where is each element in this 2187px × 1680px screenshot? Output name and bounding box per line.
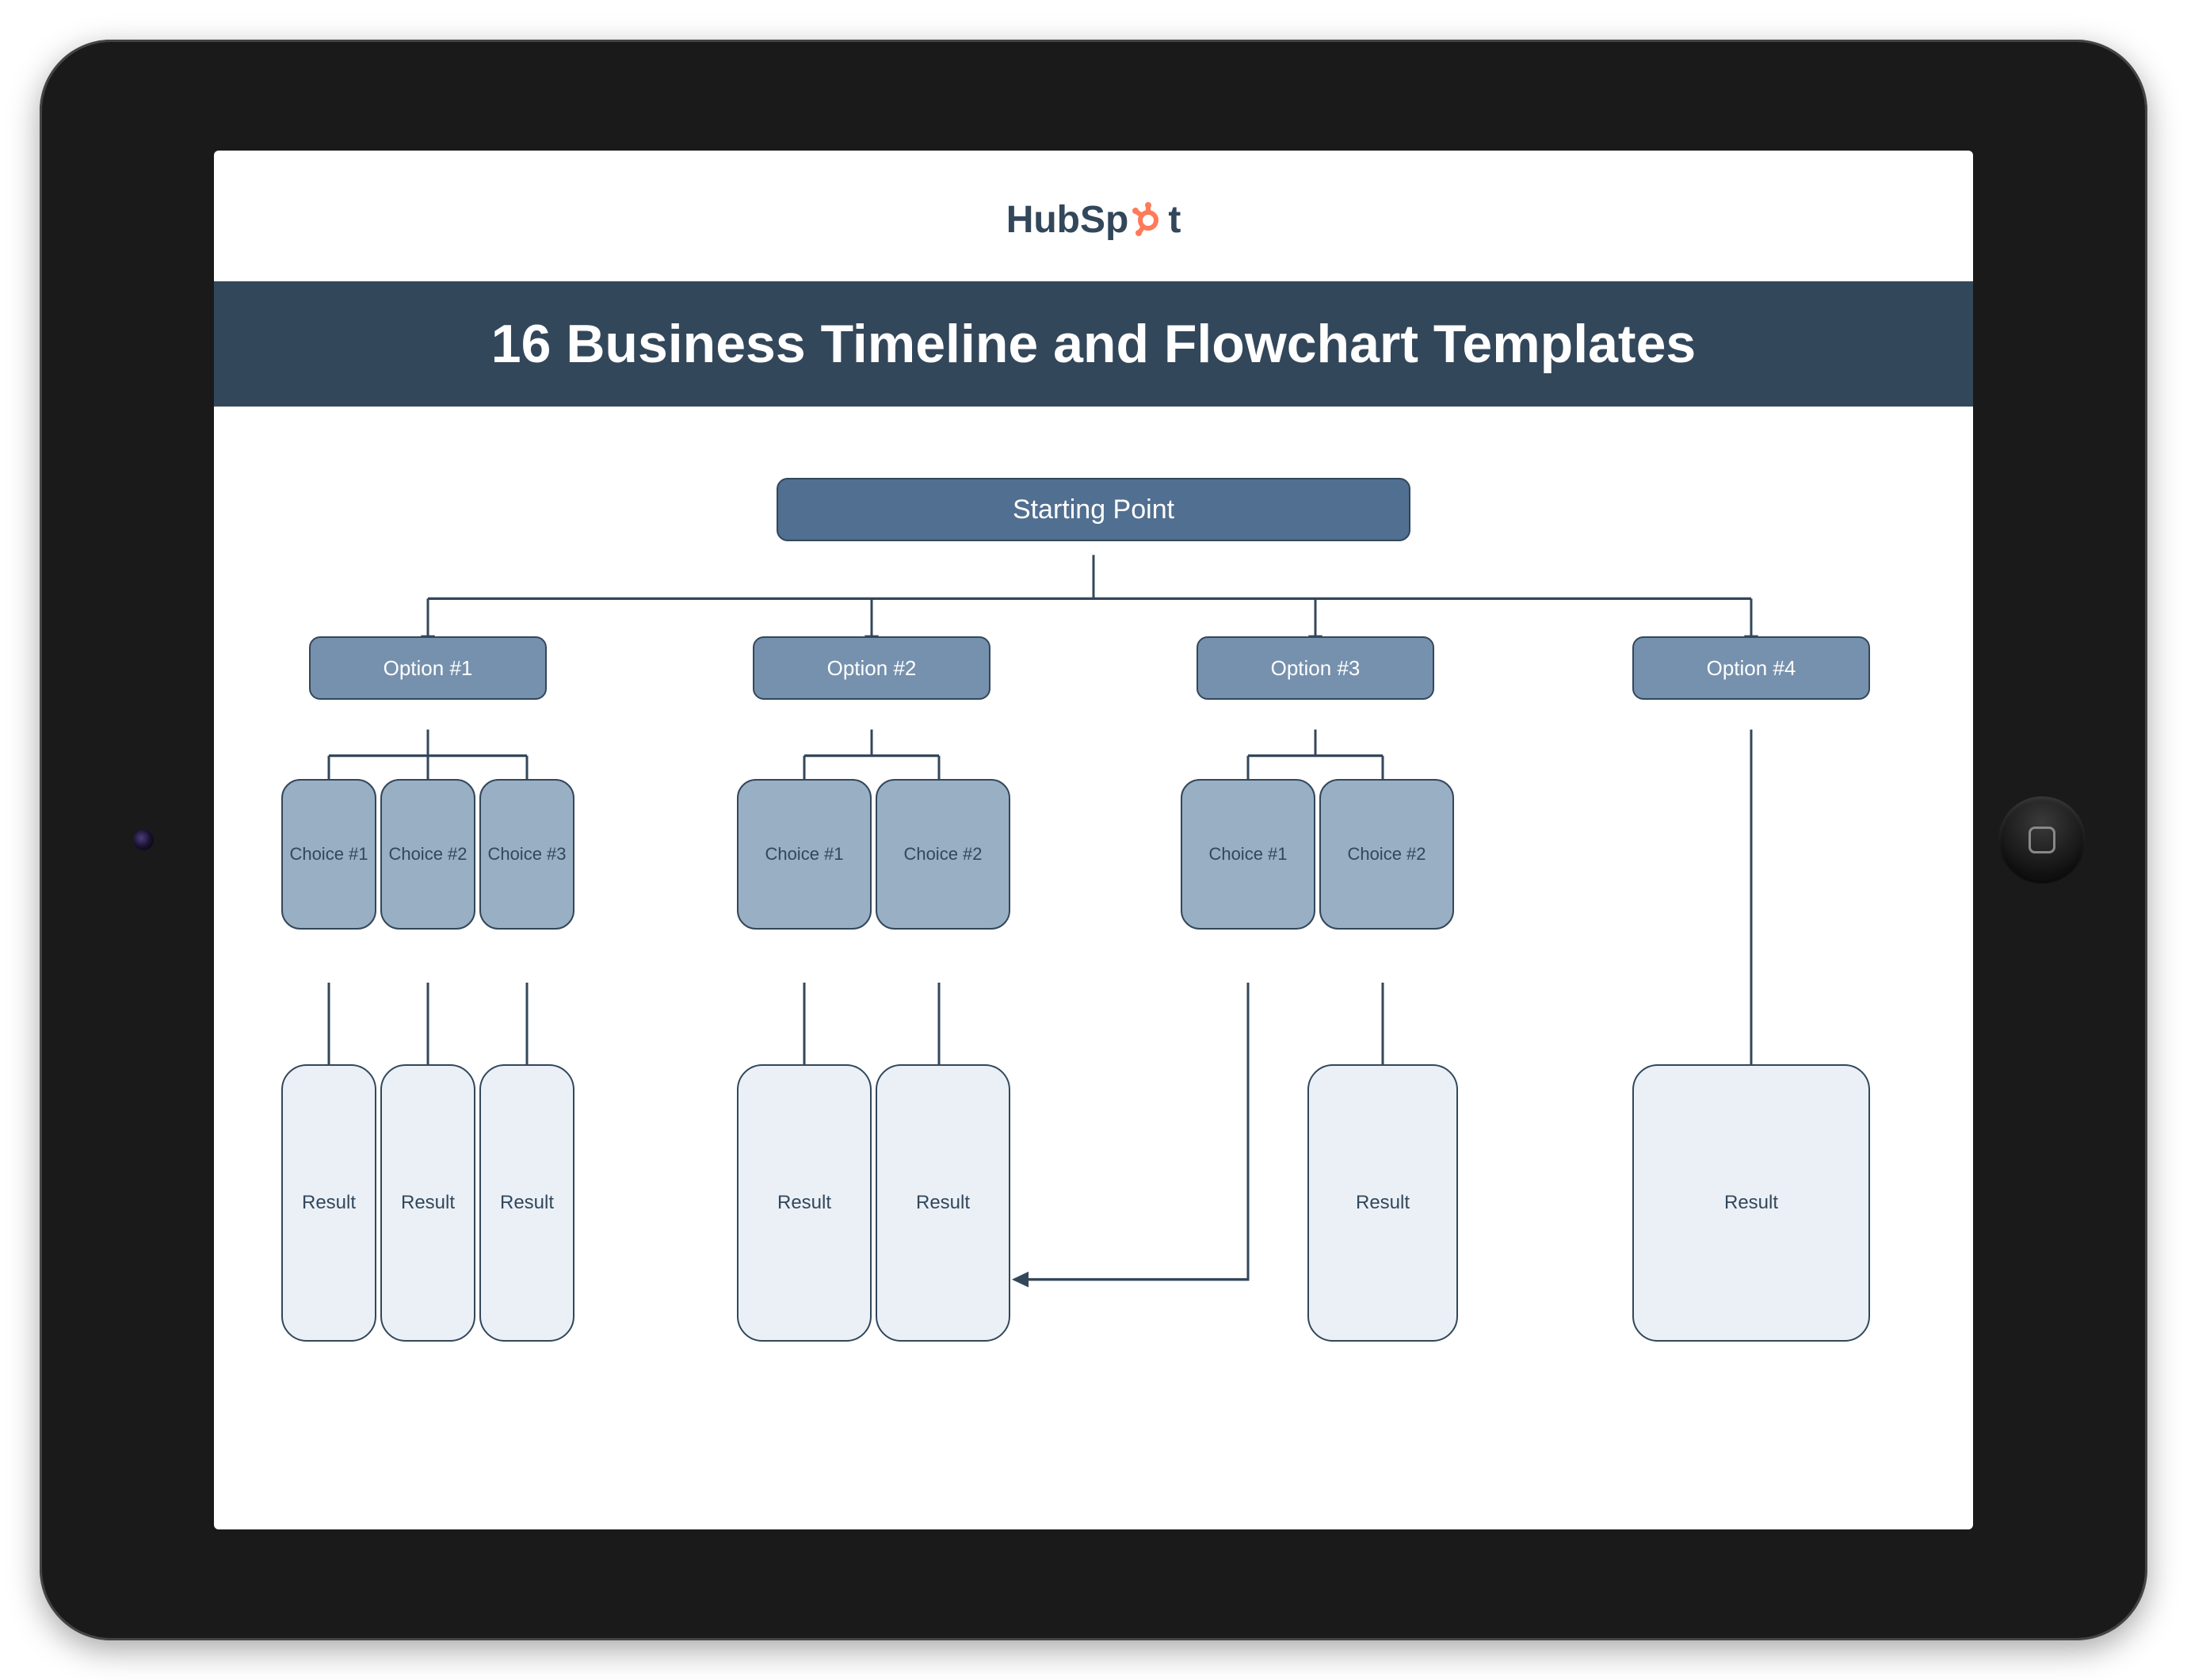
option-1: Option #1	[309, 636, 547, 700]
connector-lines	[214, 407, 1973, 1524]
sprocket-icon	[1130, 202, 1166, 239]
option-1-result-1: Result	[281, 1064, 376, 1342]
option-4: Option #4	[1632, 636, 1870, 700]
option-3: Option #3	[1197, 636, 1434, 700]
flowchart: Starting Point Option #1 Option #2 Optio…	[214, 407, 1973, 1524]
logo-text-pre: HubSp	[1006, 198, 1129, 242]
option-3-result-1: Result	[1307, 1064, 1458, 1342]
option-2-result-1: Result	[737, 1064, 872, 1342]
option-1-result-2: Result	[380, 1064, 475, 1342]
screen: HubSp t 16 Business Timeline and Flowcha…	[214, 151, 1973, 1529]
option-2-choice-1: Choice #1	[737, 779, 872, 930]
option-1-choice-3: Choice #3	[479, 779, 574, 930]
home-button[interactable]	[1998, 796, 2086, 884]
option-2: Option #2	[753, 636, 990, 700]
tablet-frame: HubSp t 16 Business Timeline and Flowcha…	[40, 40, 2147, 1640]
logo-text-post: t	[1168, 198, 1181, 242]
hubspot-logo: HubSp t	[1006, 198, 1181, 242]
start-node: Starting Point	[777, 478, 1410, 541]
option-1-choice-1: Choice #1	[281, 779, 376, 930]
option-3-choice-2: Choice #2	[1319, 779, 1454, 930]
logo-area: HubSp t	[214, 151, 1973, 281]
camera-icon	[133, 830, 154, 850]
option-4-result-1: Result	[1632, 1064, 1870, 1342]
option-3-choice-1: Choice #1	[1181, 779, 1315, 930]
option-2-result-2: Result	[876, 1064, 1010, 1342]
option-2-choice-2: Choice #2	[876, 779, 1010, 930]
option-1-result-3: Result	[479, 1064, 574, 1342]
page-title: 16 Business Timeline and Flowchart Templ…	[214, 281, 1973, 407]
option-1-choice-2: Choice #2	[380, 779, 475, 930]
